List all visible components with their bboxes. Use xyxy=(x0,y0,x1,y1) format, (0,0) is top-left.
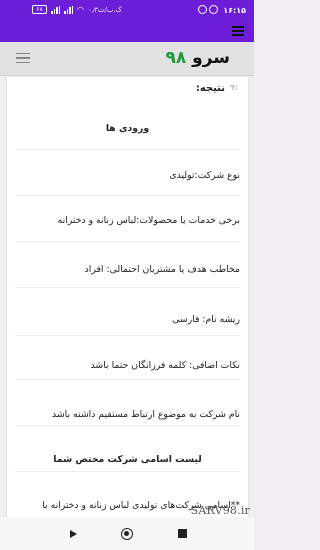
extra-notes-text: نکات اضافی: کلمه فرزانگان حتما باشد xyxy=(90,360,240,371)
extra-notes-row: نکات اضافی: کلمه فرزانگان حتما باشد xyxy=(15,335,240,379)
logo-word: سرو xyxy=(192,48,230,68)
pointing-hand-icon: ☜ xyxy=(229,83,238,94)
result-card: ☜ نتیجه: ورودی ها نوع شرکت:تولیدی برخی خ… xyxy=(6,77,249,517)
name-root-row: ریشه نام: فارسی xyxy=(15,287,240,335)
result-title: ☜ نتیجه: xyxy=(196,83,238,94)
list-heading: لیست اسامی شرکت مختص شما xyxy=(15,425,240,471)
list-heading-text: لیست اسامی شرکت مختص شما xyxy=(53,454,202,465)
watermark: SARV98.ir xyxy=(190,504,250,517)
signal-icon xyxy=(51,5,60,14)
battery-icon: ۶۸ xyxy=(32,5,47,14)
app-icon xyxy=(198,5,207,14)
app-notification-icons xyxy=(198,5,218,14)
system-nav-bar xyxy=(0,517,254,550)
company-type-row: نوع شرکت:تولیدی xyxy=(15,149,240,195)
inputs-heading-text: ورودی ها xyxy=(105,123,150,134)
app-icon xyxy=(209,5,218,14)
signal-icon-2 xyxy=(64,5,73,14)
logo-number: ۹۸ xyxy=(165,48,187,68)
back-triangle-icon[interactable] xyxy=(70,530,77,538)
site-menu-icon[interactable] xyxy=(16,53,30,65)
services-row: برخی خدمات یا محصولات:لباس زنانه و دخترا… xyxy=(15,195,240,241)
status-left: ۶۸ ◠ ۰٫۳ک.ب/ث xyxy=(32,5,122,14)
status-bar: ۶۸ ◠ ۰٫۳ک.ب/ث ۱۶:۱۵ xyxy=(0,0,254,22)
browser-toolbar xyxy=(0,22,254,42)
audience-text: مخاطب هدف یا مشتریان احتمالی: افراد xyxy=(84,264,240,275)
home-circle-icon[interactable] xyxy=(121,528,133,540)
site-logo[interactable]: سرو ۹۸ xyxy=(165,48,230,68)
result-title-text: نتیجه: xyxy=(195,83,226,94)
audience-row: مخاطب هدف یا مشتریان احتمالی: افراد xyxy=(15,241,240,287)
wifi-icon: ◠ xyxy=(77,5,84,14)
company-type-text: نوع شرکت:تولیدی xyxy=(169,170,240,181)
hamburger-icon[interactable] xyxy=(232,26,244,38)
relation-note-row: نام شرکت به موضوع ارتباط مستقیم داشته با… xyxy=(15,379,240,425)
site-header: سرو ۹۸ xyxy=(0,42,254,76)
recent-square-icon[interactable] xyxy=(178,529,187,538)
services-text: برخی خدمات یا محصولات:لباس زنانه و دخترا… xyxy=(57,215,240,226)
relation-note-text: نام شرکت به موضوع ارتباط مستقیم داشته با… xyxy=(52,409,240,420)
inputs-heading: ورودی ها xyxy=(15,107,240,147)
status-time: ۱۶:۱۵ xyxy=(223,6,246,15)
network-speed: ۰٫۳ک.ب/ث xyxy=(87,5,122,14)
name-root-text: ریشه نام: فارسی xyxy=(172,314,240,325)
